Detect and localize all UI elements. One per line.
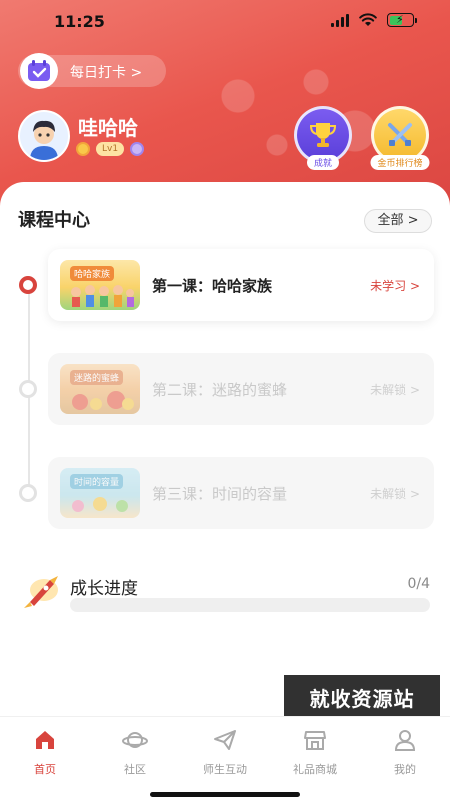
lesson-title: 第二课：迷路的蜜蜂 <box>152 380 288 399</box>
lesson-title: 第一课：哈哈家族 <box>152 276 273 295</box>
crossed-swords-icon <box>388 123 412 146</box>
lesson-thumbnail: 时间的容量 <box>60 468 140 518</box>
battery-icon: ⚡ <box>387 13 417 27</box>
lesson-status: 未解锁 > <box>370 486 420 501</box>
lesson-status: 未解锁 > <box>370 382 420 397</box>
status-bar: 11:25 ⚡ <box>0 0 450 44</box>
flower-badge-icon <box>76 142 90 156</box>
lesson-thumbnail: 迷路的蜜蜂 <box>60 364 140 414</box>
avatar[interactable] <box>18 110 70 162</box>
tab-gift-store[interactable]: 礼品商城 <box>275 727 355 777</box>
level-badge: Lv1 <box>96 142 125 156</box>
timeline-dot-locked <box>19 484 37 502</box>
tab-label: 师生互动 <box>203 763 247 776</box>
view-all-button[interactable]: 全部 > <box>364 209 432 233</box>
rocket-icon <box>24 576 58 608</box>
lesson-card-2[interactable]: 迷路的蜜蜂 第二课：迷路的蜜蜂 未解锁 > <box>48 353 434 425</box>
lesson-card-3[interactable]: 时间的容量 第三课：时间的容量 未解锁 > <box>48 457 434 529</box>
gem-badge-icon <box>130 142 145 156</box>
tab-profile[interactable]: 我的 <box>365 727 445 777</box>
coin-ranking-button[interactable]: 金币排行榜 <box>370 106 430 170</box>
tab-label: 礼品商城 <box>293 763 337 776</box>
timeline-line <box>28 293 30 383</box>
store-icon <box>304 731 326 750</box>
send-icon <box>214 730 236 750</box>
username: 哇哈哈 <box>78 116 138 140</box>
tab-label: 我的 <box>394 763 416 776</box>
daily-checkin-label: 每日打卡 > <box>70 65 143 81</box>
timeline-dot-current <box>19 276 37 294</box>
cellular-signal-icon <box>331 13 349 27</box>
home-icon <box>36 731 54 749</box>
achievement-label: 成就 <box>306 155 340 170</box>
calendar-icon <box>20 53 58 89</box>
timeline-dot-locked <box>19 380 37 398</box>
coin-ranking-label: 金币排行榜 <box>370 155 430 170</box>
tab-label: 首页 <box>34 763 56 776</box>
course-center-title: 课程中心 <box>18 210 90 231</box>
wifi-icon <box>359 13 377 26</box>
user-badges: Lv1 <box>76 142 145 156</box>
user-icon <box>394 730 416 751</box>
lesson-status: 未学习 > <box>370 278 420 293</box>
daily-checkin-button[interactable]: 每日打卡 > <box>18 53 166 89</box>
growth-progress-count: 0/4 <box>407 576 430 592</box>
home-indicator <box>150 792 300 797</box>
growth-progress-bar <box>70 598 430 612</box>
growth-progress-title: 成长进度 <box>70 579 138 599</box>
trophy-icon <box>309 123 337 147</box>
lesson-thumbnail: 哈哈家族 <box>60 260 140 310</box>
achievement-button[interactable]: 成就 <box>292 106 354 170</box>
tab-interaction[interactable]: 师生互动 <box>185 727 265 777</box>
tab-community[interactable]: 社区 <box>95 727 175 777</box>
lesson-card-1[interactable]: 哈哈家族 第一课：哈哈家族 未学习 > <box>48 249 434 321</box>
status-time: 11:25 <box>54 12 105 31</box>
planet-icon <box>122 732 148 748</box>
timeline-line <box>28 397 30 487</box>
tab-label: 社区 <box>124 763 146 776</box>
tab-home[interactable]: 首页 <box>5 727 85 777</box>
lesson-title: 第三课：时间的容量 <box>152 484 288 503</box>
